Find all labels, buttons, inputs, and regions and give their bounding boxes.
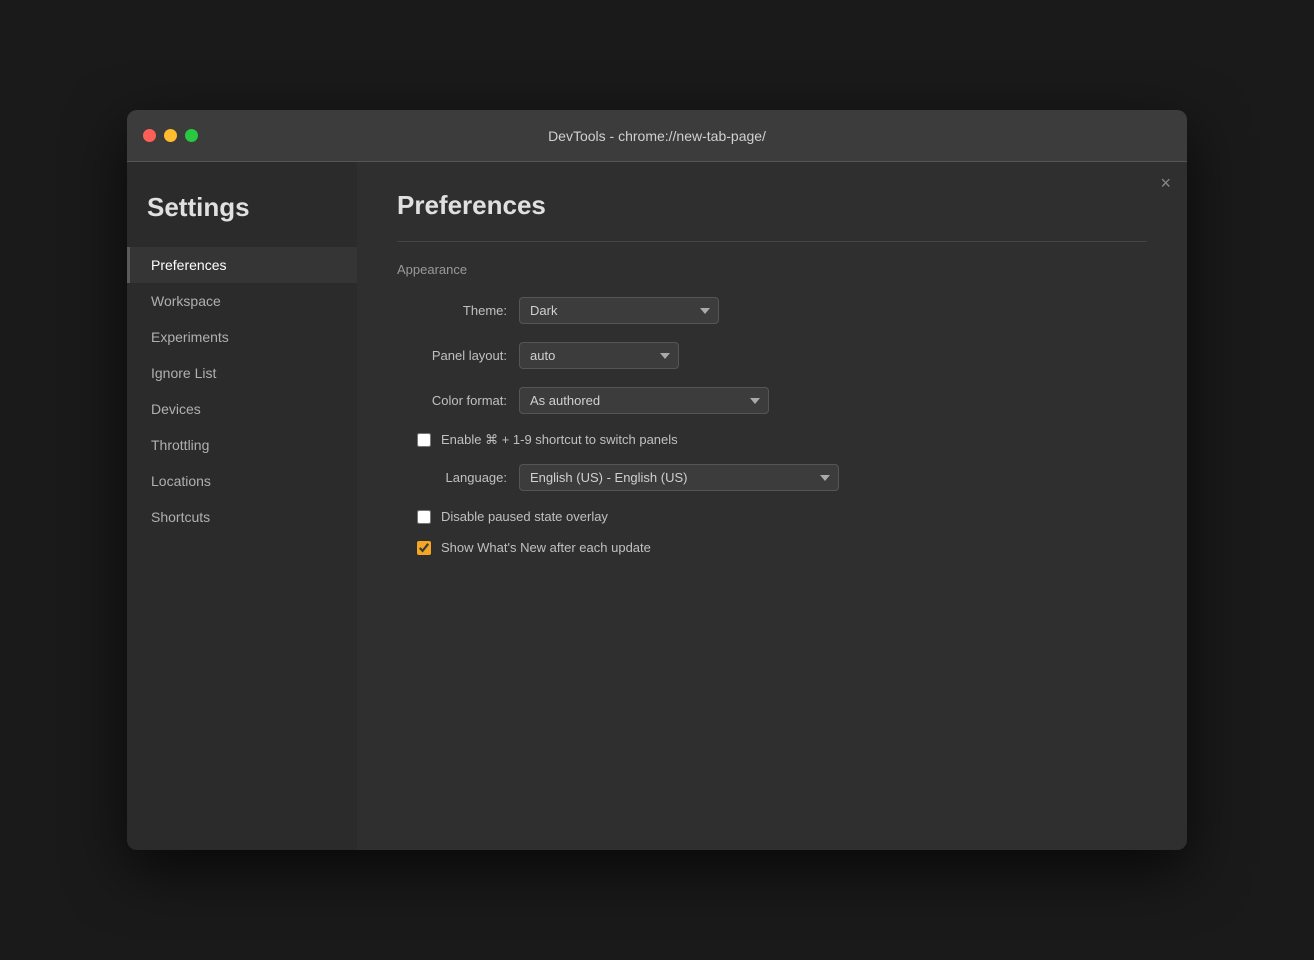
main-panel: × Preferences Appearance Theme: Default …	[357, 162, 1187, 850]
sidebar-item-locations[interactable]: Locations	[127, 463, 357, 499]
sidebar-item-shortcuts[interactable]: Shortcuts	[127, 499, 357, 535]
cmd-shortcut-checkbox[interactable]	[417, 433, 431, 447]
cmd-shortcut-row: Enable ⌘ + 1-9 shortcut to switch panels	[417, 432, 1147, 448]
language-label: Language:	[397, 470, 507, 485]
sidebar: Settings Preferences Workspace Experimen…	[127, 162, 357, 850]
theme-select[interactable]: Default Dark Light System preference	[519, 297, 719, 324]
theme-row: Theme: Default Dark Light System prefere…	[397, 297, 1147, 324]
disable-paused-row: Disable paused state overlay	[417, 509, 1147, 524]
sidebar-link-throttling[interactable]: Throttling	[127, 427, 357, 463]
sidebar-item-experiments[interactable]: Experiments	[127, 319, 357, 355]
sidebar-item-throttling[interactable]: Throttling	[127, 427, 357, 463]
sidebar-nav: Preferences Workspace Experiments Ignore…	[127, 247, 357, 535]
content-area: Settings Preferences Workspace Experimen…	[127, 162, 1187, 850]
sidebar-item-ignore-list[interactable]: Ignore List	[127, 355, 357, 391]
show-whats-new-label[interactable]: Show What's New after each update	[441, 540, 651, 555]
sidebar-link-shortcuts[interactable]: Shortcuts	[127, 499, 357, 535]
cmd-shortcut-label[interactable]: Enable ⌘ + 1-9 shortcut to switch panels	[441, 432, 678, 448]
sidebar-link-preferences[interactable]: Preferences	[127, 247, 357, 283]
appearance-section-title: Appearance	[397, 262, 1147, 277]
language-select[interactable]: English (US) - English (US) System prefe…	[519, 464, 839, 491]
disable-paused-label[interactable]: Disable paused state overlay	[441, 509, 608, 524]
theme-label: Theme:	[397, 303, 507, 318]
sidebar-heading: Settings	[127, 192, 357, 247]
color-format-select[interactable]: As authored HEX RGB HSL	[519, 387, 769, 414]
titlebar: DevTools - chrome://new-tab-page/	[127, 110, 1187, 162]
sidebar-link-devices[interactable]: Devices	[127, 391, 357, 427]
sidebar-link-workspace[interactable]: Workspace	[127, 283, 357, 319]
sidebar-link-experiments[interactable]: Experiments	[127, 319, 357, 355]
language-row: Language: English (US) - English (US) Sy…	[397, 464, 1147, 491]
panel-layout-label: Panel layout:	[397, 348, 507, 363]
color-format-row: Color format: As authored HEX RGB HSL	[397, 387, 1147, 414]
panel-layout-row: Panel layout: auto horizontal vertical	[397, 342, 1147, 369]
minimize-traffic-light[interactable]	[164, 129, 177, 142]
sidebar-link-locations[interactable]: Locations	[127, 463, 357, 499]
main-header: Preferences	[357, 162, 1187, 241]
disable-paused-checkbox[interactable]	[417, 510, 431, 524]
sidebar-link-ignore-list[interactable]: Ignore List	[127, 355, 357, 391]
window-title: DevTools - chrome://new-tab-page/	[548, 128, 766, 144]
page-title: Preferences	[397, 190, 1147, 221]
settings-close-button[interactable]: ×	[1160, 174, 1171, 192]
sidebar-item-preferences[interactable]: Preferences	[127, 247, 357, 283]
color-format-label: Color format:	[397, 393, 507, 408]
appearance-divider	[397, 241, 1147, 242]
close-traffic-light[interactable]	[143, 129, 156, 142]
sidebar-item-devices[interactable]: Devices	[127, 391, 357, 427]
show-whats-new-row: Show What's New after each update	[417, 540, 1147, 555]
show-whats-new-checkbox[interactable]	[417, 541, 431, 555]
devtools-window: DevTools - chrome://new-tab-page/ Settin…	[127, 110, 1187, 850]
sidebar-item-workspace[interactable]: Workspace	[127, 283, 357, 319]
traffic-lights	[143, 129, 198, 142]
panel-layout-select[interactable]: auto horizontal vertical	[519, 342, 679, 369]
maximize-traffic-light[interactable]	[185, 129, 198, 142]
main-body: Appearance Theme: Default Dark Light Sys…	[357, 241, 1187, 850]
